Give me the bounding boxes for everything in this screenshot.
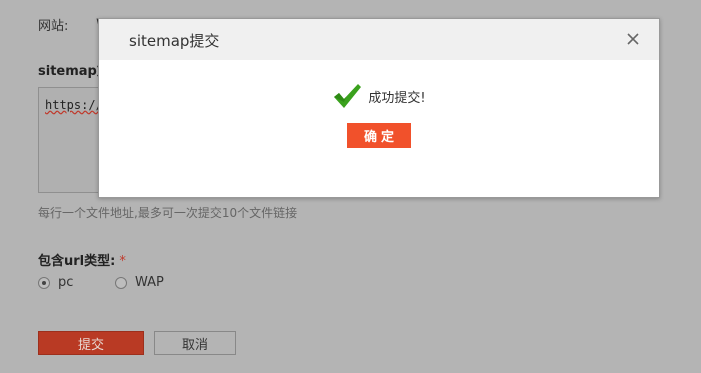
success-message-row: 成功提交! [99, 82, 659, 110]
sitemap-submit-dialog: sitemap提交 成功提交! 确定 [98, 18, 660, 198]
radio-pc-label: pc [58, 275, 74, 290]
radio-wap[interactable]: WAP [115, 275, 164, 290]
required-mark: * [119, 254, 126, 269]
checkmark-icon [334, 84, 362, 108]
radio-wap-label: WAP [135, 275, 164, 290]
radio-pc-indicator[interactable] [38, 276, 50, 289]
submit-button[interactable]: 提交 [38, 331, 144, 355]
dialog-header: sitemap提交 [99, 19, 659, 60]
sitemap-url-textarea[interactable]: https:// [38, 87, 104, 193]
url-type-label-text: 包含url类型: [38, 254, 116, 269]
textarea-hint: 每行一个文件地址,最多可一次提交10个文件链接 [38, 206, 298, 220]
radio-pc[interactable]: pc [38, 275, 73, 290]
cancel-button[interactable]: 取消 [154, 331, 236, 355]
textarea-value: https:// [45, 98, 103, 112]
dialog-title: sitemap提交 [129, 32, 220, 50]
dialog-body: 成功提交! 确定 [99, 60, 659, 197]
radio-wap-indicator[interactable] [115, 276, 127, 289]
ok-button[interactable]: 确定 [347, 123, 411, 148]
success-message: 成功提交! [368, 90, 426, 106]
close-icon[interactable] [625, 31, 641, 47]
site-label: 网站: [38, 19, 69, 34]
url-type-label: 包含url类型: * [38, 250, 126, 269]
